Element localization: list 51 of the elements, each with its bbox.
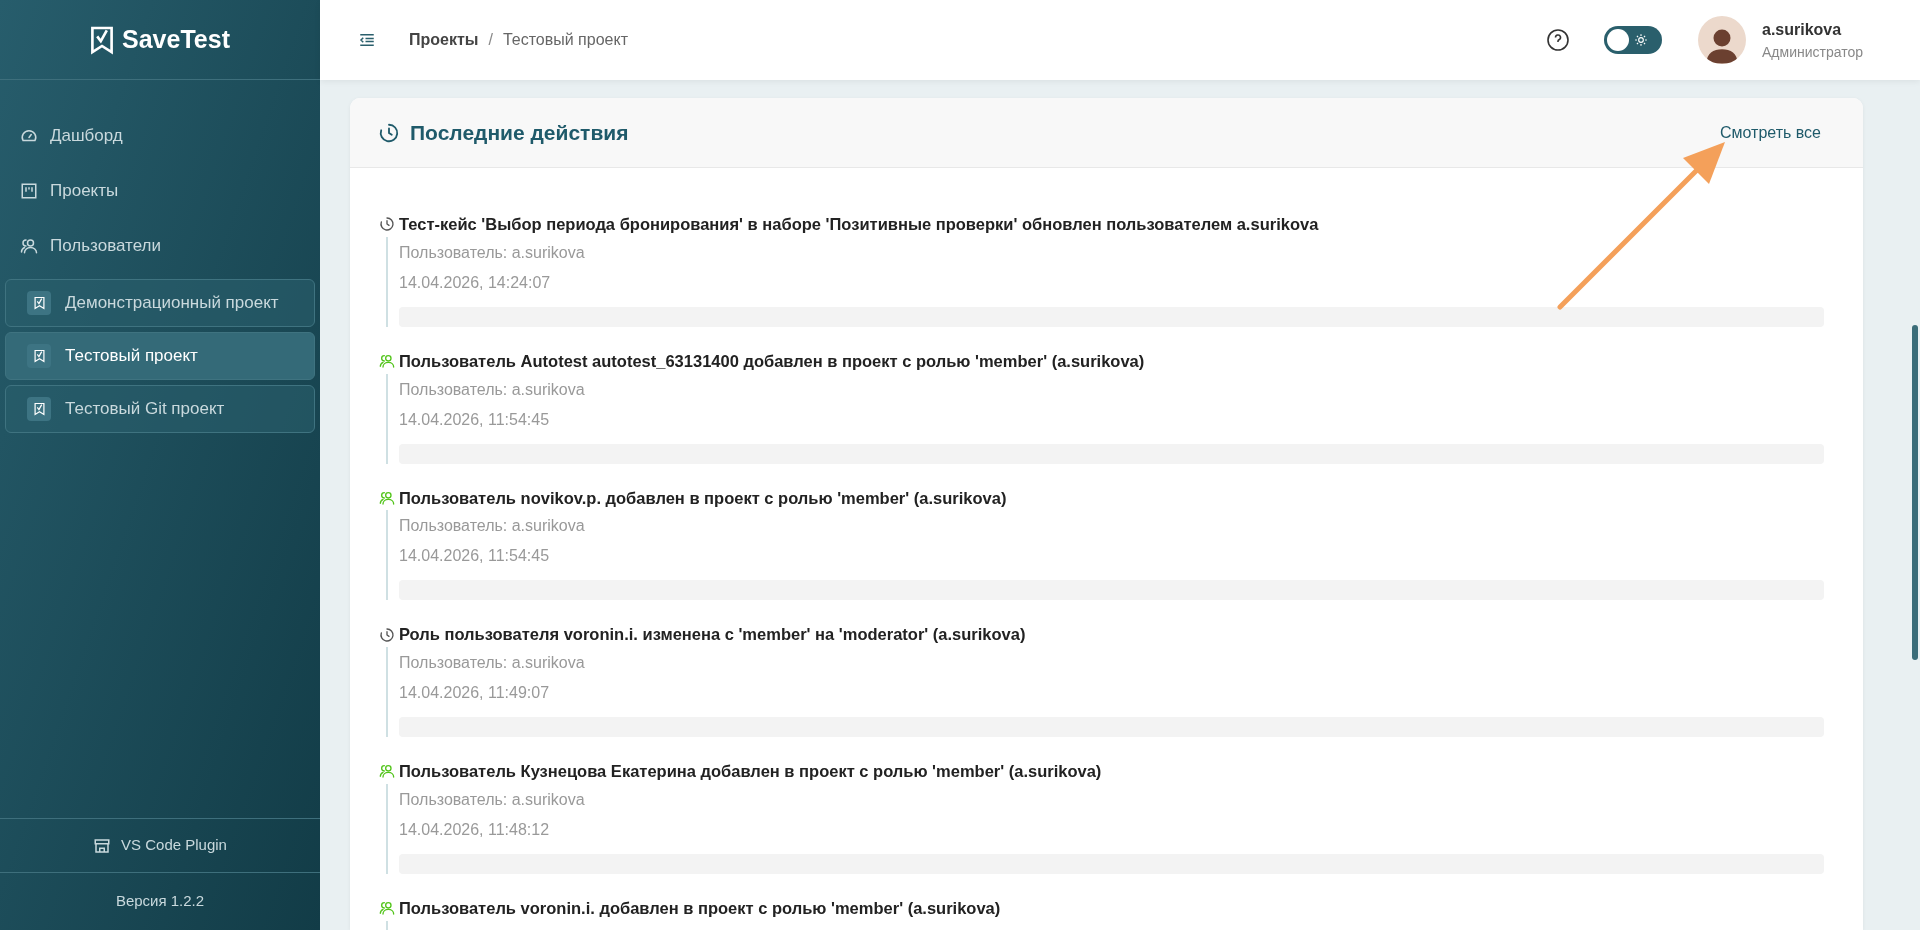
project-item[interactable]: Демонстрационный проект [5,279,315,327]
store-icon [93,836,112,855]
activity-title: Пользователь novikov.p. добавлен в проект с ролью 'member' (a.surikova) [399,487,1007,509]
user-role: Администратор [1762,42,1864,62]
activity-date: 14.04.2026, 11:54:45 [399,546,551,567]
theme-toggle[interactable] [1604,26,1662,54]
help-icon[interactable] [1546,28,1570,52]
sidebar-nav-item[interactable]: Проекты [0,163,320,218]
users-icon [379,353,395,370]
activity-date: 14.04.2026, 11:48:12 [399,819,551,840]
activity-title: Пользователь Autotest autotest_63131400 добавлен в проект с ролью 'member' (a.surikova) [399,350,1145,372]
user-name: a.surikova [1762,19,1843,40]
view-all-link[interactable]: Смотреть все [1719,120,1821,145]
sidebar-nav-item[interactable]: Пользователи [0,218,320,273]
activity-user: Пользователь: a.surikova [399,242,586,263]
activity-date: 14.04.2026, 11:54:45 [399,409,551,430]
plugin-link[interactable]: VS Code Plugin [121,834,227,857]
sidebar-nav-item[interactable]: Дашборд [0,108,320,163]
users-icon [379,489,395,506]
project-item[interactable]: Тестовый Git проект [5,385,315,433]
users-icon [20,236,38,255]
activity-title: Роль пользователя voronin.i. изменена с 'member' на 'moderator' (a.surikova) [399,624,1026,646]
activity-user: Пользователь: a.surikova [399,789,586,810]
bookmark-check-icon [33,296,45,310]
clock-icon [379,216,395,233]
activity-date: 14.04.2026, 11:49:07 [399,683,551,703]
version-text: Версия 1.2.2 [115,891,205,912]
bookmark-check-icon [33,349,45,363]
activity-title: Пользователь Кузнецова Екатерина добавлен в проект с ролью 'member' (a.surikova) [399,761,1102,782]
menu-icon[interactable] [358,31,376,49]
bookmark-check-icon [33,402,45,416]
scrollbar-thumb[interactable] [1912,325,1918,660]
project-item[interactable]: Тестовый проект [5,332,315,380]
users-icon [379,900,395,917]
board-icon [20,181,38,200]
activity-user: Пользователь: a.surikova [399,379,586,400]
card-title: Последние действия [410,119,629,146]
breadcrumb-item[interactable]: Проекты [409,28,479,52]
sun-icon [1634,33,1648,47]
activity-user: Пользователь: a.surikova [399,516,586,537]
clock-icon [378,121,400,144]
users-icon [379,763,395,780]
avatar[interactable] [1698,16,1746,64]
clock-icon [379,626,395,643]
logo-text: SaveTest [122,23,230,55]
activity-date: 14.04.2026, 14:24:07 [399,272,552,293]
activity-user: Пользователь: a.surikova [399,653,586,673]
breadcrumb-separator: / [488,30,493,50]
activity-title: Тест-кейс 'Выбор периода бронирования' в наборе 'Позитивные проверки' обновлен пользователем a.surikova [399,214,1319,235]
breadcrumb-item: Тестовый проект [502,30,628,50]
activity-title: Пользователь voronin.i. добавлен в проект с ролью 'member' (a.surikova) [399,897,1001,919]
